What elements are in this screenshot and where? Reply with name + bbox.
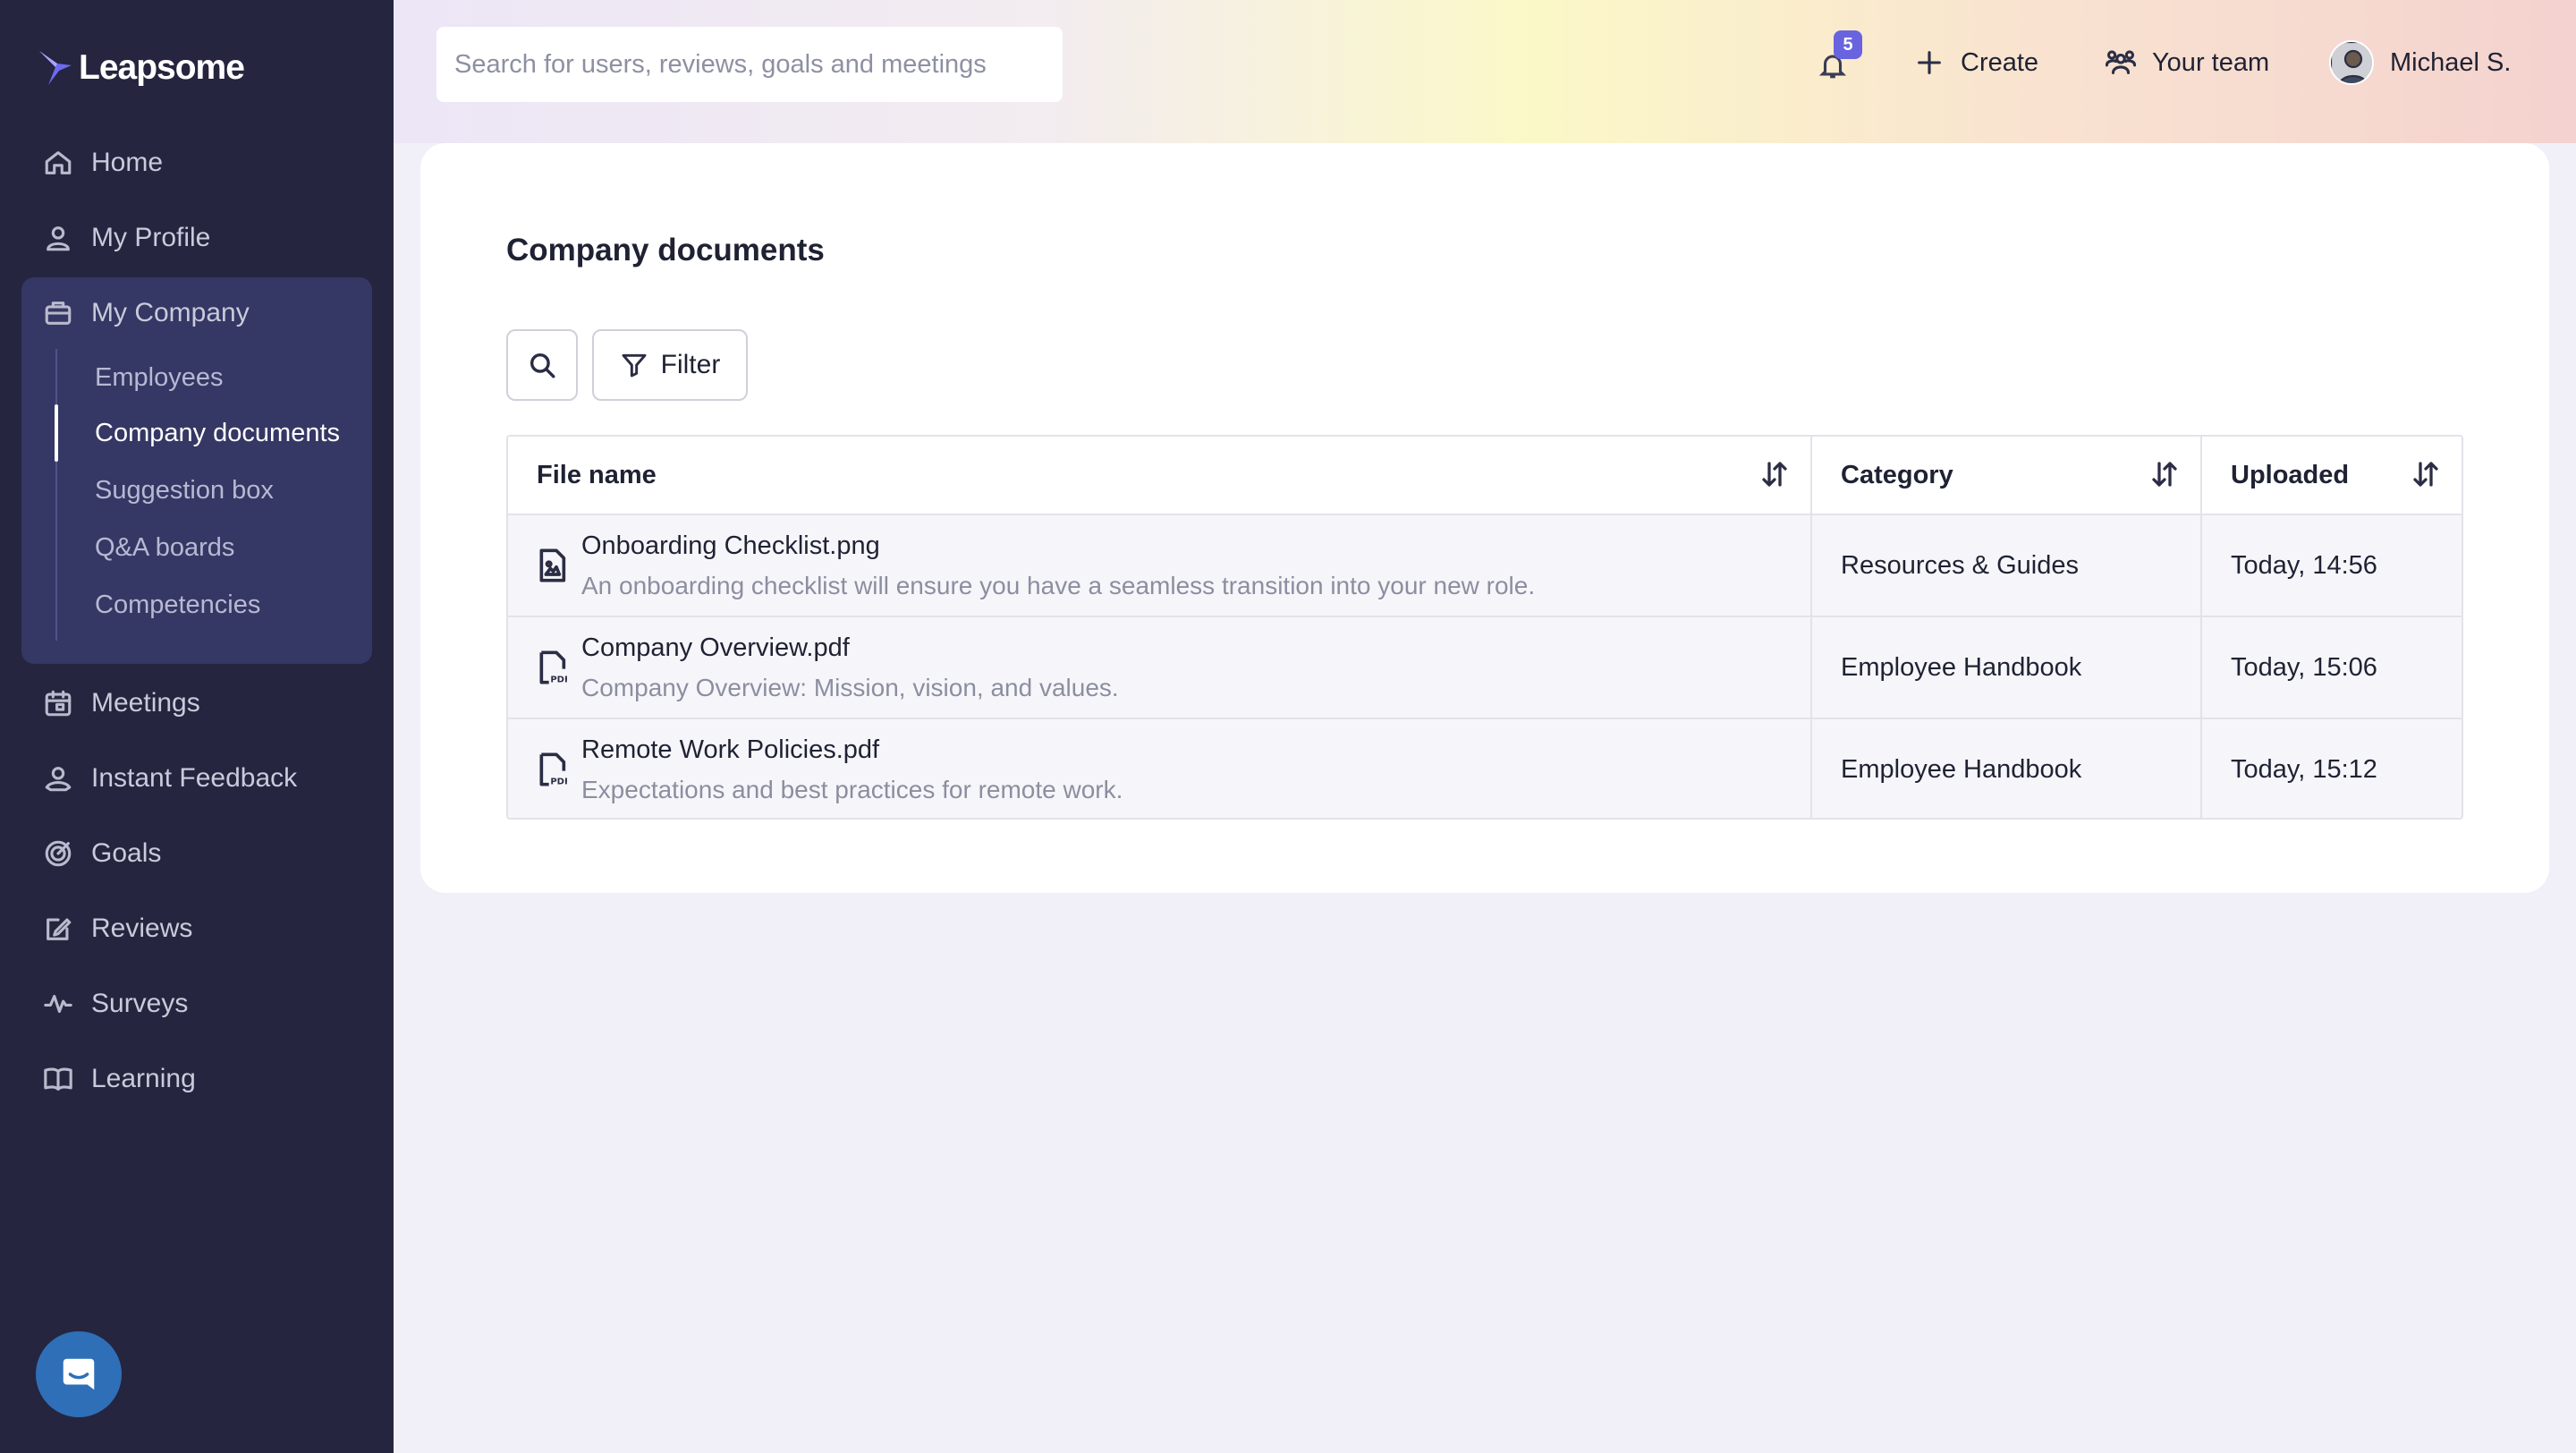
sidebar: Leapsome Home My Profile My Company Empl… [0, 0, 394, 1453]
edit-icon [47, 918, 72, 940]
avatar-photo [2331, 42, 2372, 83]
filter-label: Filter [660, 350, 721, 379]
sidebar-item-my-company[interactable]: My Company [43, 288, 250, 338]
top-bar: 5 Create Your team Michael S. [394, 0, 2576, 143]
column-header-label: Uploaded [2231, 460, 2350, 489]
feedback-icon [45, 767, 72, 792]
team-icon [2106, 50, 2136, 74]
filter-icon [622, 353, 647, 378]
file-name-cell[interactable]: PDF Remote Work Policies.pdf Expectation… [508, 719, 1812, 818]
your-team-button[interactable]: Your team [2106, 38, 2269, 88]
column-header-label: File name [537, 460, 657, 489]
column-header-file-name[interactable]: File name [508, 437, 1812, 514]
home-icon [45, 151, 72, 174]
leapsome-logo[interactable]: Leapsome [38, 43, 245, 93]
leapsome-bird-icon [39, 51, 72, 85]
user-menu[interactable]: Michael S. [2329, 38, 2511, 88]
documents-table: File name Category Uploaded Onboarding C… [506, 435, 2463, 820]
global-search-input[interactable] [454, 49, 1063, 80]
avatar [2329, 40, 2374, 85]
filter-button[interactable]: Filter [592, 329, 748, 401]
notifications-button[interactable]: 5 [1818, 30, 1862, 89]
image-file-icon [537, 548, 567, 583]
table-row[interactable]: PDF Company Overview.pdf Company Overvie… [508, 616, 2462, 718]
target-icon [45, 840, 72, 867]
submenu-active-indicator [55, 404, 58, 462]
svg-text:PDF: PDF [550, 777, 567, 787]
sidebar-item-meetings[interactable]: Meetings [43, 678, 200, 728]
user-name: Michael S. [2390, 47, 2512, 77]
sidebar-subitem-competencies[interactable]: Competencies [95, 583, 260, 626]
table-row[interactable]: PDF Remote Work Policies.pdf Expectation… [508, 718, 2462, 818]
sidebar-item-home[interactable]: Home [43, 138, 163, 188]
sort-icon[interactable] [2148, 458, 2181, 490]
sidebar-subitem-suggestion-box[interactable]: Suggestion box [95, 469, 274, 512]
logo-text: Leapsome [79, 48, 245, 87]
create-button[interactable]: Create [1914, 38, 2038, 88]
sidebar-item-label: My Profile [91, 223, 211, 252]
sidebar-subitem-qa-boards[interactable]: Q&A boards [95, 526, 234, 569]
svg-text:PDF: PDF [550, 676, 567, 685]
category-cell: Employee Handbook [1812, 617, 2202, 718]
chat-support-button[interactable] [36, 1331, 122, 1417]
user-icon [47, 226, 70, 251]
create-label: Create [1961, 47, 2039, 77]
global-search[interactable] [436, 27, 1063, 102]
sidebar-item-label: Meetings [91, 688, 200, 718]
chat-icon [63, 1358, 95, 1390]
sidebar-item-reviews[interactable]: Reviews [43, 904, 192, 954]
table-header-row: File name Category Uploaded [508, 437, 2462, 514]
sidebar-item-surveys[interactable]: Surveys [43, 979, 188, 1029]
sidebar-item-my-profile[interactable]: My Profile [43, 213, 210, 263]
sidebar-item-instant-feedback[interactable]: Instant Feedback [43, 753, 297, 803]
uploaded-cell: Today, 15:12 [2231, 754, 2377, 784]
file-name-cell[interactable]: PDF Company Overview.pdf Company Overvie… [508, 617, 1812, 718]
pulse-icon [44, 994, 72, 1014]
sidebar-item-learning[interactable]: Learning [43, 1054, 196, 1104]
pdf-file-icon: PDF [537, 650, 571, 685]
category-cell: Resources & Guides [1812, 515, 2202, 616]
sidebar-item-goals[interactable]: Goals [43, 828, 161, 879]
your-team-label: Your team [2152, 47, 2270, 77]
calendar-icon [45, 690, 72, 717]
sort-icon[interactable] [1758, 458, 1791, 490]
briefcase-icon [45, 302, 72, 325]
sidebar-item-label: Instant Feedback [91, 763, 298, 793]
search-documents-button[interactable] [506, 329, 578, 401]
sidebar-item-label: Reviews [91, 913, 193, 943]
sidebar-item-label: Surveys [91, 989, 189, 1018]
sort-icon[interactable] [2410, 458, 2442, 490]
sidebar-subitem-company-documents[interactable]: Company documents [95, 412, 340, 455]
file-description: An onboarding checklist will ensure you … [581, 571, 1536, 599]
plus-icon [1918, 51, 1941, 74]
sidebar-item-label: Goals [91, 838, 162, 868]
uploaded-cell: Today, 15:06 [2231, 652, 2377, 682]
column-header-uploaded[interactable]: Uploaded [2202, 437, 2462, 514]
file-description: Expectations and best practices for remo… [581, 775, 1123, 803]
company-documents-card: Company documents Filter File name Categ… [420, 143, 2549, 893]
search-icon [530, 353, 555, 378]
pdf-file-icon: PDF [537, 752, 571, 787]
column-header-category[interactable]: Category [1812, 437, 2202, 514]
table-row[interactable]: Onboarding Checklist.png An onboarding c… [508, 514, 2462, 616]
file-name[interactable]: Onboarding Checklist.png [581, 531, 1535, 561]
sidebar-item-label: My Company [91, 298, 250, 327]
file-name[interactable]: Remote Work Policies.pdf [581, 735, 1123, 765]
file-name[interactable]: Company Overview.pdf [581, 633, 1119, 663]
sidebar-subitem-employees[interactable]: Employees [95, 356, 223, 399]
sidebar-item-label: Home [91, 148, 164, 177]
page-title: Company documents [506, 233, 825, 268]
book-icon [44, 1067, 72, 1091]
file-description: Company Overview: Mission, vision, and v… [581, 673, 1119, 701]
category-cell: Employee Handbook [1812, 719, 2202, 818]
submenu-line [55, 349, 57, 641]
sidebar-item-label: Learning [91, 1064, 196, 1093]
notification-count-badge: 5 [1834, 30, 1862, 59]
file-name-cell[interactable]: Onboarding Checklist.png An onboarding c… [508, 515, 1812, 616]
uploaded-cell: Today, 14:56 [2231, 550, 2377, 580]
sidebar-group-my-company: My Company Employees Company documents S… [21, 277, 372, 664]
column-header-label: Category [1841, 460, 1953, 489]
